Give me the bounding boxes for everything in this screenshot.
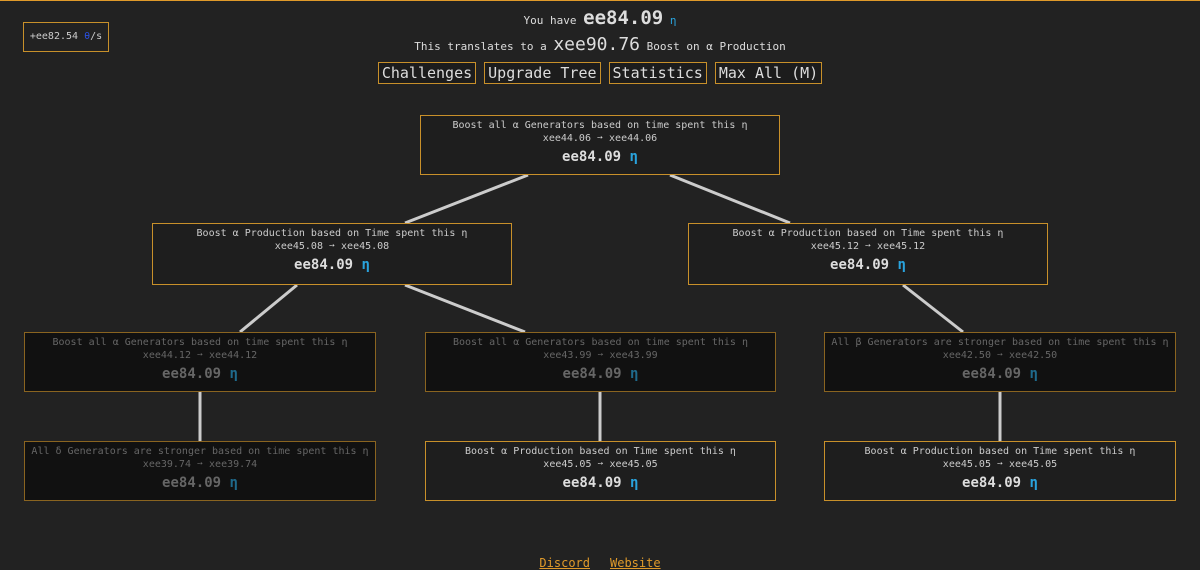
- upgrade-node[interactable]: Boost all α Generators based on time spe…: [425, 332, 776, 392]
- eta-icon: η: [630, 475, 639, 491]
- eta-icon: η: [1029, 366, 1038, 382]
- cost-value: ee84.09: [562, 475, 622, 491]
- challenges-button[interactable]: Challenges: [377, 62, 477, 84]
- cost-value: ee84.09: [962, 366, 1022, 382]
- upgrade-node[interactable]: Boost all α Generators based on time spe…: [420, 115, 780, 175]
- label: Boost on α Production: [646, 40, 786, 53]
- eta-icon: η: [669, 14, 677, 27]
- eta-icon: η: [361, 257, 370, 273]
- upgrade-title: All δ Generators are stronger based on t…: [31, 446, 369, 457]
- upgrade-node[interactable]: Boost α Production based on Time spent t…: [152, 223, 512, 285]
- connector: [404, 173, 529, 225]
- boost-amount: xee90.76: [553, 34, 641, 55]
- footer: Discord Website: [0, 556, 1200, 570]
- eta-icon: η: [629, 149, 638, 165]
- upgrade-effect: xee45.05 ➙ xee45.05: [543, 459, 658, 470]
- upgrade-effect: xee44.06 ➙ xee44.06: [542, 133, 658, 144]
- upgrade-cost: ee84.09 η: [153, 257, 511, 273]
- upgrade-effect: xee39.74 ➙ xee39.74: [142, 459, 258, 470]
- eta-icon: η: [897, 257, 906, 273]
- upgrade-cost: ee84.09 η: [25, 475, 375, 491]
- upgrade-title: All β Generators are stronger based on t…: [831, 337, 1169, 348]
- nav-buttons: Challenges Upgrade Tree Statistics Max All …: [0, 62, 1200, 84]
- upgrade-cost: ee84.09 η: [825, 475, 1175, 491]
- upgrade-cost: ee84.09 η: [25, 366, 375, 382]
- cost-value: ee84.09: [562, 149, 622, 165]
- upgrade-title: Boost all α Generators based on time spe…: [52, 337, 348, 348]
- upgrade-node[interactable]: All β Generators are stronger based on t…: [824, 332, 1176, 392]
- upgrade-cost: ee84.09 η: [426, 475, 775, 491]
- upgrade-cost: ee84.09 η: [689, 257, 1047, 273]
- website-link[interactable]: Website: [610, 556, 661, 570]
- upgrade-effect: xee45.08 ➙ xee45.08: [274, 241, 390, 252]
- upgrade-effect: xee43.99 ➙ xee43.99: [543, 350, 658, 361]
- upgrade-tree-button[interactable]: Upgrade Tree: [484, 62, 601, 84]
- cost-value: ee84.09: [562, 366, 622, 382]
- upgrade-cost: ee84.09 η: [825, 366, 1175, 382]
- upgrade-title: Boost α Production based on Time spent t…: [196, 228, 468, 239]
- upgrade-title: Boost all α Generators based on time spe…: [452, 337, 748, 348]
- upgrade-title: Boost α Production based on Time spent t…: [732, 228, 1004, 239]
- label: This translates to a: [414, 40, 547, 53]
- upgrade-effect: xee45.12 ➙ xee45.12: [810, 241, 926, 252]
- connector: [239, 283, 298, 334]
- statistics-button[interactable]: Statistics: [608, 62, 707, 84]
- discord-link[interactable]: Discord: [539, 556, 590, 570]
- boost-display: This translates to a xee90.76 Boost on α…: [300, 34, 900, 55]
- upgrade-cost: ee84.09 η: [426, 366, 775, 382]
- upgrade-node[interactable]: All δ Generators are stronger based on t…: [24, 441, 376, 501]
- connector: [669, 173, 791, 225]
- currency-display: You have ee84.09 η: [300, 7, 900, 29]
- cost-value: ee84.09: [830, 257, 890, 273]
- cost-value: ee84.09: [162, 475, 222, 491]
- production-rate: +ee82.54 θ/s: [23, 22, 109, 52]
- rate-suffix: /s: [90, 31, 103, 42]
- eta-icon: η: [630, 366, 639, 382]
- label: You have: [523, 14, 577, 27]
- connector: [404, 283, 526, 334]
- upgrade-node[interactable]: Boost α Production based on Time spent t…: [688, 223, 1048, 285]
- max-all-button[interactable]: Max All (M): [714, 62, 823, 84]
- upgrade-node[interactable]: Boost α Production based on Time spent t…: [824, 441, 1176, 501]
- cost-value: ee84.09: [962, 475, 1022, 491]
- cost-value: ee84.09: [294, 257, 354, 273]
- eta-icon: η: [1029, 475, 1038, 491]
- upgrade-title: Boost all α Generators based on time spe…: [452, 120, 748, 131]
- connector: [902, 283, 964, 334]
- upgrade-node[interactable]: Boost α Production based on Time spent t…: [425, 441, 776, 501]
- upgrade-title: Boost α Production based on Time spent t…: [465, 446, 736, 457]
- upgrade-node[interactable]: Boost all α Generators based on time spe…: [24, 332, 376, 392]
- rate-value: +ee82.54: [29, 31, 79, 42]
- upgrade-effect: xee42.50 ➙ xee42.50: [942, 350, 1058, 361]
- upgrade-effect: xee45.05 ➙ xee45.05: [942, 459, 1058, 470]
- upgrade-cost: ee84.09 η: [421, 149, 779, 165]
- upgrade-title: Boost α Production based on Time spent t…: [864, 446, 1136, 457]
- cost-value: ee84.09: [162, 366, 222, 382]
- eta-icon: η: [229, 366, 238, 382]
- upgrade-effect: xee44.12 ➙ xee44.12: [142, 350, 258, 361]
- currency-amount: ee84.09: [583, 7, 664, 29]
- eta-icon: η: [229, 475, 238, 491]
